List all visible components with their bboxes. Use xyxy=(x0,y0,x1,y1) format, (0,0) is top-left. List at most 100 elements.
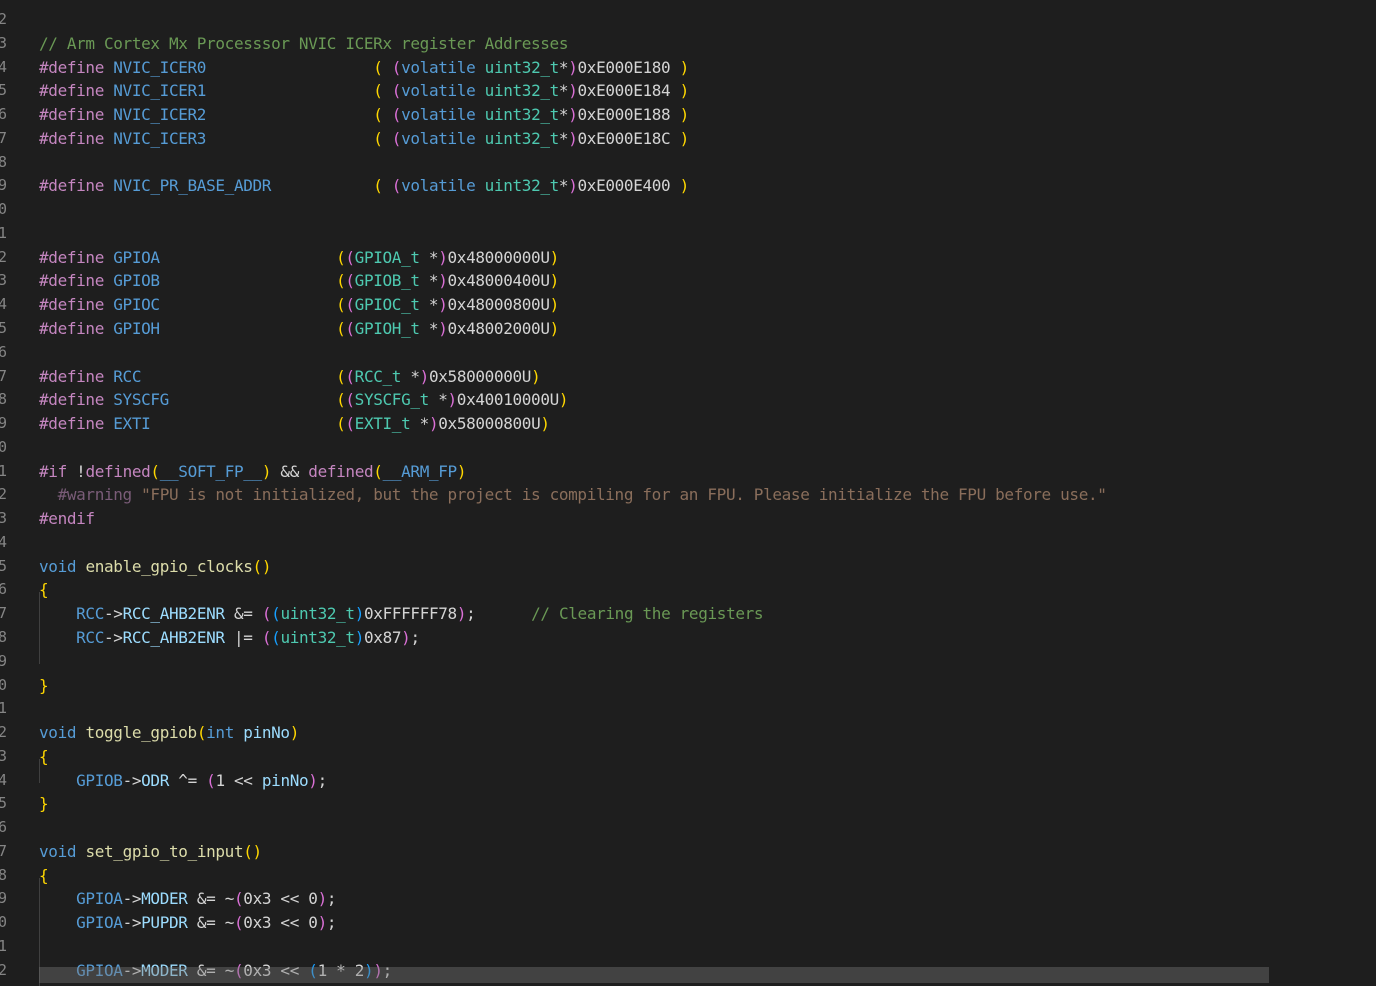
line-code: #define NVIC_ICER0 ( (volatile uint32_t*… xyxy=(39,56,689,80)
line-code: #define RCC ((RCC_t *)0x58000000U) xyxy=(39,365,541,389)
code-token: ) xyxy=(438,271,448,291)
code-token: 0x58000000U xyxy=(428,366,532,386)
code-token: ( xyxy=(345,390,355,410)
code-line[interactable]: 9 #define NVIC_PR_BASE_ADDR ( (volatile u… xyxy=(0,174,1376,198)
code-token: &= ~ xyxy=(187,913,234,933)
code-token: GPIOA xyxy=(76,889,123,909)
code-line[interactable]: 9 #define EXTI ((EXTI_t *)0x58000800U) xyxy=(0,412,1376,436)
code-token: ) xyxy=(438,319,448,338)
line-code: RCC->RCC_AHB2ENR &= ((uint32_t)0xFFFFFF7… xyxy=(39,602,763,626)
code-line[interactable]: 7 #define NVIC_ICER3 ( (volatile uint32_t… xyxy=(0,127,1376,151)
code-line[interactable]: 8 xyxy=(0,151,1376,175)
code-token: ; xyxy=(326,889,337,909)
code-token: #define xyxy=(39,319,114,338)
code-token: SYSCFG xyxy=(113,390,169,410)
line-number: 6 xyxy=(0,818,7,837)
code-token: 0x58000800U xyxy=(438,414,541,434)
code-token: 0x48000000U xyxy=(447,247,550,267)
code-line[interactable]: 4 #define GPIOC ((GPIOC_t *)0x48000800U) xyxy=(0,293,1376,317)
code-line[interactable]: 1 #if !defined(__SOFT_FP__) && defined(__… xyxy=(0,460,1376,484)
line-code: GPIOA->MODER &= ~(0x3 << 0); xyxy=(39,887,336,911)
code-editor[interactable]: 2 3 // Arm Cortex Mx Processsor NVIC ICERx… xyxy=(0,0,1376,986)
code-line[interactable]: 0 xyxy=(0,436,1376,460)
code-line[interactable]: 9 GPIOA->MODER &= ~(0x3 << 0); xyxy=(0,887,1376,911)
code-token: -> xyxy=(104,628,123,648)
code-token: ( xyxy=(336,414,346,434)
code-token: ) xyxy=(558,390,569,410)
code-line[interactable]: 1 xyxy=(0,935,1376,959)
code-token: ) xyxy=(289,723,300,743)
code-line[interactable]: 6{ xyxy=(0,578,1376,602)
line-number: 9 xyxy=(0,889,7,908)
code-token: ( xyxy=(196,723,207,743)
code-line[interactable]: 7 #define RCC ((RCC_t *)0x58000000U) xyxy=(0,365,1376,389)
code-line[interactable]: 3 // Arm Cortex Mx Processsor NVIC ICERx … xyxy=(0,32,1376,56)
code-line[interactable]: 5} xyxy=(0,792,1376,816)
code-line[interactable]: 2 #define GPIOA ((GPIOA_t *)0x48000000U) xyxy=(0,246,1376,270)
code-line[interactable]: 0} xyxy=(0,674,1376,698)
code-line[interactable]: 6 xyxy=(0,341,1376,365)
code-line[interactable]: 2 void toggle_gpiob(int pinNo) xyxy=(0,721,1376,745)
code-line[interactable]: 6 xyxy=(0,816,1376,840)
code-token: << xyxy=(224,770,262,790)
code-token: ) xyxy=(317,889,328,909)
code-token: RCC_t xyxy=(354,366,402,386)
code-line[interactable]: 4 #define NVIC_ICER0 ( (volatile uint32_t… xyxy=(0,56,1376,80)
code-token: uint32_t xyxy=(484,176,560,196)
code-line[interactable]: 8 RCC->RCC_AHB2ENR |= ((uint32_t)0x87); xyxy=(0,626,1376,650)
code-line[interactable]: 1 xyxy=(0,222,1376,246)
code-line[interactable]: 3 #endif xyxy=(0,507,1376,531)
code-line[interactable]: 3 GPIOA->PUPDR &= ~(0x3 << (1 * 2) ); xyxy=(0,983,1376,986)
code-token: NVIC_ICER2 xyxy=(113,105,207,125)
code-token: set_gpio_to_input xyxy=(85,841,244,861)
code-token: uint32_t xyxy=(484,128,560,148)
code-line[interactable]: 3{ xyxy=(0,745,1376,769)
code-token: { xyxy=(39,580,49,600)
code-line[interactable]: 0 xyxy=(0,198,1376,222)
code-token: int xyxy=(206,723,234,743)
code-line[interactable]: 6 #define NVIC_ICER2 ( (volatile uint32_t… xyxy=(0,103,1376,127)
code-line[interactable]: 2 #warning "FPU is not initialized, but … xyxy=(0,483,1376,507)
code-line[interactable]: 7 RCC->RCC_AHB2ENR &= ((uint32_t)0xFFFFF… xyxy=(0,602,1376,626)
code-line[interactable]: 3 #define GPIOB ((GPIOB_t *)0x48000400U) xyxy=(0,269,1376,293)
code-token: * xyxy=(558,176,569,196)
horizontal-scrollbar[interactable] xyxy=(39,967,1269,983)
line-number: 0 xyxy=(0,437,7,456)
code-token: GPIOH_t xyxy=(354,319,420,338)
line-number: 0 xyxy=(0,200,7,219)
code-token: ( xyxy=(373,176,383,196)
code-line[interactable]: 8{ xyxy=(0,864,1376,888)
code-line[interactable]: 1 xyxy=(0,697,1376,721)
code-line[interactable]: 5 #define GPIOH ((GPIOH_t *)0x48002000U) xyxy=(0,317,1376,341)
line-number: 9 xyxy=(0,414,7,433)
code-token: 0xE000E188 xyxy=(577,105,671,125)
code-line[interactable]: 9 xyxy=(0,650,1376,674)
code-line[interactable]: 8 #define SYSCFG ((SYSCFG_t *)0x40010000U… xyxy=(0,388,1376,412)
code-line[interactable]: 0 GPIOA->PUPDR &= ~(0x3 << 0); xyxy=(0,911,1376,935)
code-token: // Clearing the registers xyxy=(531,604,764,624)
line-number: 7 xyxy=(0,604,7,623)
code-line[interactable]: 7 void set_gpio_to_input() xyxy=(0,840,1376,864)
code-token: ) xyxy=(447,390,458,410)
code-token: 0x3 xyxy=(243,889,272,909)
code-token: GPIOB xyxy=(113,271,160,291)
code-line[interactable]: 2 xyxy=(0,8,1376,32)
code-token: ) xyxy=(438,247,448,267)
code-token: GPIOC xyxy=(113,295,160,315)
code-line[interactable]: 4 GPIOB->ODR ^= (1 << pinNo); xyxy=(0,769,1376,793)
code-token: 0xE000E18C xyxy=(577,128,671,148)
code-line[interactable]: 5 #define NVIC_ICER1 ( (volatile uint32_t… xyxy=(0,79,1376,103)
code-token: ) xyxy=(308,770,318,790)
code-line[interactable]: 5 void enable_gpio_clocks() xyxy=(0,555,1376,579)
code-token: 0 xyxy=(308,889,318,909)
code-line[interactable]: 4 xyxy=(0,531,1376,555)
